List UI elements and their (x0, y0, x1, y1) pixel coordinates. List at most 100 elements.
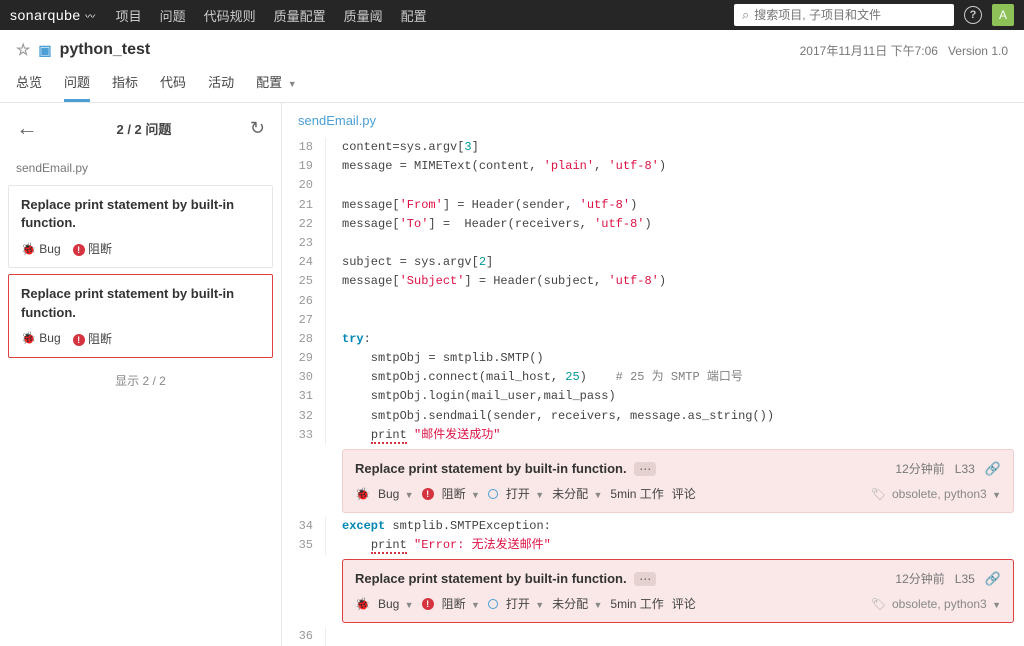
issue-status[interactable]: 打开 ▼ (506, 595, 544, 612)
code-line: 27 (282, 311, 1024, 330)
code-line: 21message['From'] = Header(sender, 'utf-… (282, 196, 1024, 215)
main-panel: sendEmail.py 18content=sys.argv[3]19 mess… (282, 103, 1024, 646)
line-number: 25 (282, 272, 326, 291)
project-tab[interactable]: 配置 ▼ (256, 72, 297, 102)
issue-severity[interactable]: 阻断 ▼ (442, 485, 480, 502)
line-number: 30 (282, 368, 326, 387)
nav-item[interactable]: 项目 (116, 6, 142, 25)
line-number: 36 (282, 627, 326, 646)
bug-icon: 🐞 (355, 487, 370, 501)
code-line: 24subject = sys.argv[2] (282, 253, 1024, 272)
link-icon[interactable]: 🔗 (985, 461, 1001, 477)
issue-age: 12分钟前 (895, 570, 944, 587)
project-tab[interactable]: 总览 (16, 72, 42, 102)
line-code: message['Subject'] = Header(subject, 'ut… (326, 272, 666, 291)
search-icon: ⌕ (742, 7, 749, 23)
issue-assignee[interactable]: 未分配 ▼ (552, 595, 602, 612)
more-icon[interactable]: ⋯ (634, 462, 656, 476)
tag-icon: 🏷 (871, 597, 886, 611)
line-code (326, 311, 342, 330)
code-line: 22message['To'] = Header(receivers, 'utf… (282, 215, 1024, 234)
code-line: 30 smtpObj.connect(mail_host, 25) # 25 为… (282, 368, 1024, 387)
code-line: 35 print "Error: 无法发送邮件" (282, 536, 1024, 555)
code-line: 25message['Subject'] = Header(subject, '… (282, 272, 1024, 291)
issue-comments[interactable]: 评论 (672, 595, 696, 612)
severity-icon: ! (422, 598, 434, 610)
issue-tags[interactable]: obsolete, python3 ▼ (892, 487, 1001, 501)
issue-card[interactable]: Replace print statement by built-in func… (8, 274, 273, 357)
issue-comments[interactable]: 评论 (672, 485, 696, 502)
topbar: sonarqube 〰 项目问题代码规则质量配置质量阈配置 ⌕ ? A (0, 0, 1024, 30)
link-icon[interactable]: 🔗 (985, 571, 1001, 587)
avatar[interactable]: A (992, 4, 1014, 26)
issue-assignee[interactable]: 未分配 ▼ (552, 485, 602, 502)
main-file-path[interactable]: sendEmail.py (282, 103, 1024, 138)
project-tab[interactable]: 活动 (208, 72, 234, 102)
line-number: 19 (282, 157, 326, 176)
help-icon[interactable]: ? (964, 6, 982, 24)
line-code (326, 234, 342, 253)
issue-status[interactable]: 打开 ▼ (506, 485, 544, 502)
severity-icon: ! (73, 334, 85, 346)
line-code: print "邮件发送成功" (326, 426, 500, 445)
issue-severity[interactable]: 阻断 ▼ (442, 595, 480, 612)
line-code: print "Error: 无法发送邮件" (326, 536, 551, 555)
line-code: try: (326, 330, 371, 349)
line-number: 28 (282, 330, 326, 349)
sidebar-footer: 显示 2 / 2 (8, 372, 273, 389)
code-line: 18content=sys.argv[3] (282, 138, 1024, 157)
line-code: except smtplib.SMTPException: (326, 517, 551, 536)
issue-block-selected[interactable]: Replace print statement by built-in func… (342, 559, 1014, 623)
line-code: message['From'] = Header(sender, 'utf-8'… (326, 196, 637, 215)
line-number: 20 (282, 176, 326, 195)
line-number: 27 (282, 311, 326, 330)
tag-icon: 🏷 (871, 487, 886, 501)
line-number: 29 (282, 349, 326, 368)
back-arrow-icon[interactable]: ← (16, 115, 38, 141)
line-number: 18 (282, 138, 326, 157)
issue-card-title: Replace print statement by built-in func… (21, 285, 260, 321)
line-code: smtpObj = smtplib.SMTP() (326, 349, 544, 368)
line-code: subject = sys.argv[2] (326, 253, 493, 272)
folder-icon: ▣ (38, 42, 51, 59)
issue-age: 12分钟前 (895, 460, 944, 477)
line-number: 34 (282, 517, 326, 536)
line-number: 24 (282, 253, 326, 272)
star-icon[interactable]: ☆ (16, 40, 30, 60)
nav-item[interactable]: 问题 (160, 6, 186, 25)
search-input[interactable] (754, 8, 946, 22)
search-box[interactable]: ⌕ (734, 4, 954, 26)
bug-icon: 🐞 (21, 242, 36, 256)
issue-type[interactable]: Bug ▼ (378, 487, 414, 501)
logo[interactable]: sonarqube 〰 (10, 7, 96, 23)
code-line: 33 print "邮件发送成功" (282, 426, 1024, 445)
sidebar: ← 2 / 2 问题 ↻ sendEmail.py Replace print … (0, 103, 282, 646)
line-number: 21 (282, 196, 326, 215)
project-title: ☆ ▣ python_test (16, 40, 150, 60)
issue-tags[interactable]: obsolete, python3 ▼ (892, 597, 1001, 611)
issue-block[interactable]: Replace print statement by built-in func… (342, 449, 1014, 513)
line-code: smtpObj.sendmail(sender, receivers, mess… (326, 407, 774, 426)
line-number: 32 (282, 407, 326, 426)
nav-item[interactable]: 代码规则 (204, 6, 256, 25)
project-header: ☆ ▣ python_test 2017年11月11日 下午7:06 Versi… (0, 30, 1024, 103)
reload-icon[interactable]: ↻ (250, 118, 265, 139)
line-code: message['To'] = Header(receivers, 'utf-8… (326, 215, 652, 234)
project-tab[interactable]: 代码 (160, 72, 186, 102)
issue-type[interactable]: Bug ▼ (378, 597, 414, 611)
issue-message: Replace print statement by built-in func… (355, 571, 627, 586)
code-line: 26 (282, 292, 1024, 311)
code-line: 23 (282, 234, 1024, 253)
nav-item[interactable]: 质量配置 (274, 6, 326, 25)
project-meta: 2017年11月11日 下午7:06 Version 1.0 (800, 42, 1008, 59)
status-icon (488, 599, 498, 609)
nav-item[interactable]: 质量阈 (344, 6, 383, 25)
issue-message: Replace print statement by built-in func… (355, 461, 627, 476)
project-tab[interactable]: 问题 (64, 72, 90, 102)
more-icon[interactable]: ⋯ (634, 572, 656, 586)
file-label: sendEmail.py (8, 157, 273, 179)
nav-item[interactable]: 配置 (401, 6, 427, 25)
issue-card[interactable]: Replace print statement by built-in func… (8, 185, 273, 268)
project-tab[interactable]: 指标 (112, 72, 138, 102)
code-line: 29 smtpObj = smtplib.SMTP() (282, 349, 1024, 368)
